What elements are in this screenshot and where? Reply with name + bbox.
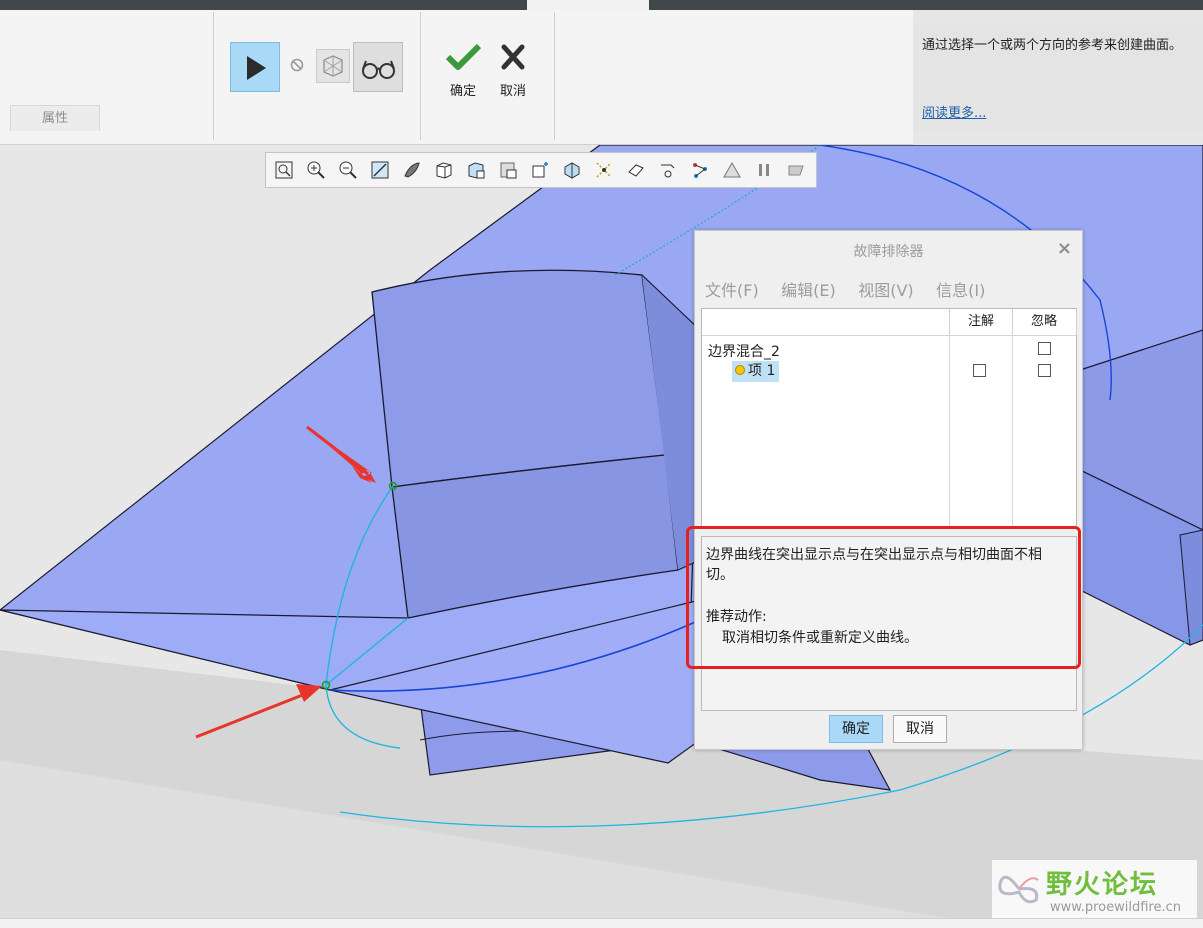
read-more-link[interactable]: 阅读更多... xyxy=(922,102,986,121)
troubleshooter-dialog: 故障排除器 × 文件(F) 编辑(E) 视图(V) 信息(I) 注解 忽略 边界… xyxy=(694,230,1083,750)
tree-item-root[interactable]: 边界混合_2 xyxy=(708,341,780,361)
close-icon[interactable]: × xyxy=(1057,238,1072,259)
glasses-icon xyxy=(362,60,395,79)
issue-tree: 注解 忽略 边界混合_2 项 1 xyxy=(701,308,1077,528)
view-toolbar xyxy=(265,152,817,188)
display-style-icon[interactable] xyxy=(402,160,422,180)
menu-info[interactable]: 信息(I) xyxy=(936,277,985,301)
pause-preview-icon[interactable] xyxy=(290,58,304,72)
zoom-fit-icon[interactable] xyxy=(274,160,294,180)
appearance-icon[interactable] xyxy=(626,160,646,180)
tree-item-child-label: 项 1 xyxy=(748,363,776,379)
zoom-in-icon[interactable] xyxy=(306,160,326,180)
column-divider xyxy=(1012,335,1013,527)
column-divider xyxy=(949,335,950,527)
warning-bullet-icon xyxy=(735,365,745,375)
butterfly-logo-icon xyxy=(998,875,1039,904)
column-header-note[interactable]: 注解 xyxy=(949,309,1013,335)
ribbon-ok-button[interactable]: 确定 xyxy=(440,40,486,102)
verify-mode-button[interactable] xyxy=(316,49,350,83)
dialog-ok-button[interactable]: 确定 xyxy=(829,715,883,743)
zoom-out-icon[interactable] xyxy=(338,160,358,180)
menu-view[interactable]: 视图(V) xyxy=(858,277,913,301)
column-header-ignore[interactable]: 忽略 xyxy=(1012,309,1077,335)
menu-file[interactable]: 文件(F) xyxy=(705,277,759,301)
measure-icon[interactable] xyxy=(658,160,678,180)
help-text: 通过选择一个或两个方向的参考来创建曲面。 xyxy=(922,38,1183,53)
ribbon-separator xyxy=(554,12,555,140)
help-panel: 通过选择一个或两个方向的参考来创建曲面。 阅读更多... xyxy=(913,24,1203,130)
tree-item-child[interactable]: 项 1 xyxy=(732,361,780,382)
resume-button[interactable] xyxy=(230,42,280,92)
red-highlight-box xyxy=(686,526,1081,669)
ribbon-separator xyxy=(420,12,421,140)
header-divider xyxy=(702,335,1076,336)
watermark-title: 野火论坛 xyxy=(1046,870,1159,900)
model-tree-icon[interactable] xyxy=(690,160,710,180)
child-ignore-checkbox[interactable] xyxy=(1038,364,1051,377)
root-ignore-checkbox[interactable] xyxy=(1038,342,1051,355)
active-ribbon-tab[interactable] xyxy=(527,0,649,10)
perspective-icon[interactable] xyxy=(786,160,806,180)
watermark-url: www.proewildfire.cn xyxy=(1050,900,1181,915)
cross-icon xyxy=(501,44,525,70)
ribbon-separator xyxy=(213,12,214,140)
ribbon-cancel-label: 取消 xyxy=(499,84,526,99)
checkmark-icon xyxy=(445,43,482,70)
dialog-cancel-button[interactable]: 取消 xyxy=(893,715,947,743)
properties-tab[interactable]: 属性 xyxy=(10,105,100,131)
annotation-display-icon[interactable] xyxy=(594,160,614,180)
datum-display-icon[interactable] xyxy=(530,160,550,180)
child-note-checkbox[interactable] xyxy=(973,364,986,377)
dialog-menubar: 文件(F) 编辑(E) 视图(V) 信息(I) xyxy=(705,277,1003,300)
triangle-alert-icon[interactable] xyxy=(722,160,742,180)
preview-button[interactable] xyxy=(353,42,403,92)
forum-watermark: 野火论坛 www.proewildfire.cn xyxy=(992,860,1197,918)
saved-views-icon[interactable] xyxy=(434,160,454,180)
view-manager-icon[interactable] xyxy=(466,160,486,180)
spin-center-icon[interactable] xyxy=(562,160,582,180)
ribbon-cancel-button[interactable]: 取消 xyxy=(490,40,536,102)
ribbon-ok-label: 确定 xyxy=(449,84,476,99)
dialog-title: 故障排除器 xyxy=(853,244,924,260)
verify-icon xyxy=(323,55,343,77)
pause-icon[interactable] xyxy=(754,160,774,180)
repaint-icon[interactable] xyxy=(370,160,390,180)
section-icon[interactable] xyxy=(498,160,518,180)
menu-edit[interactable]: 编辑(E) xyxy=(781,277,836,301)
